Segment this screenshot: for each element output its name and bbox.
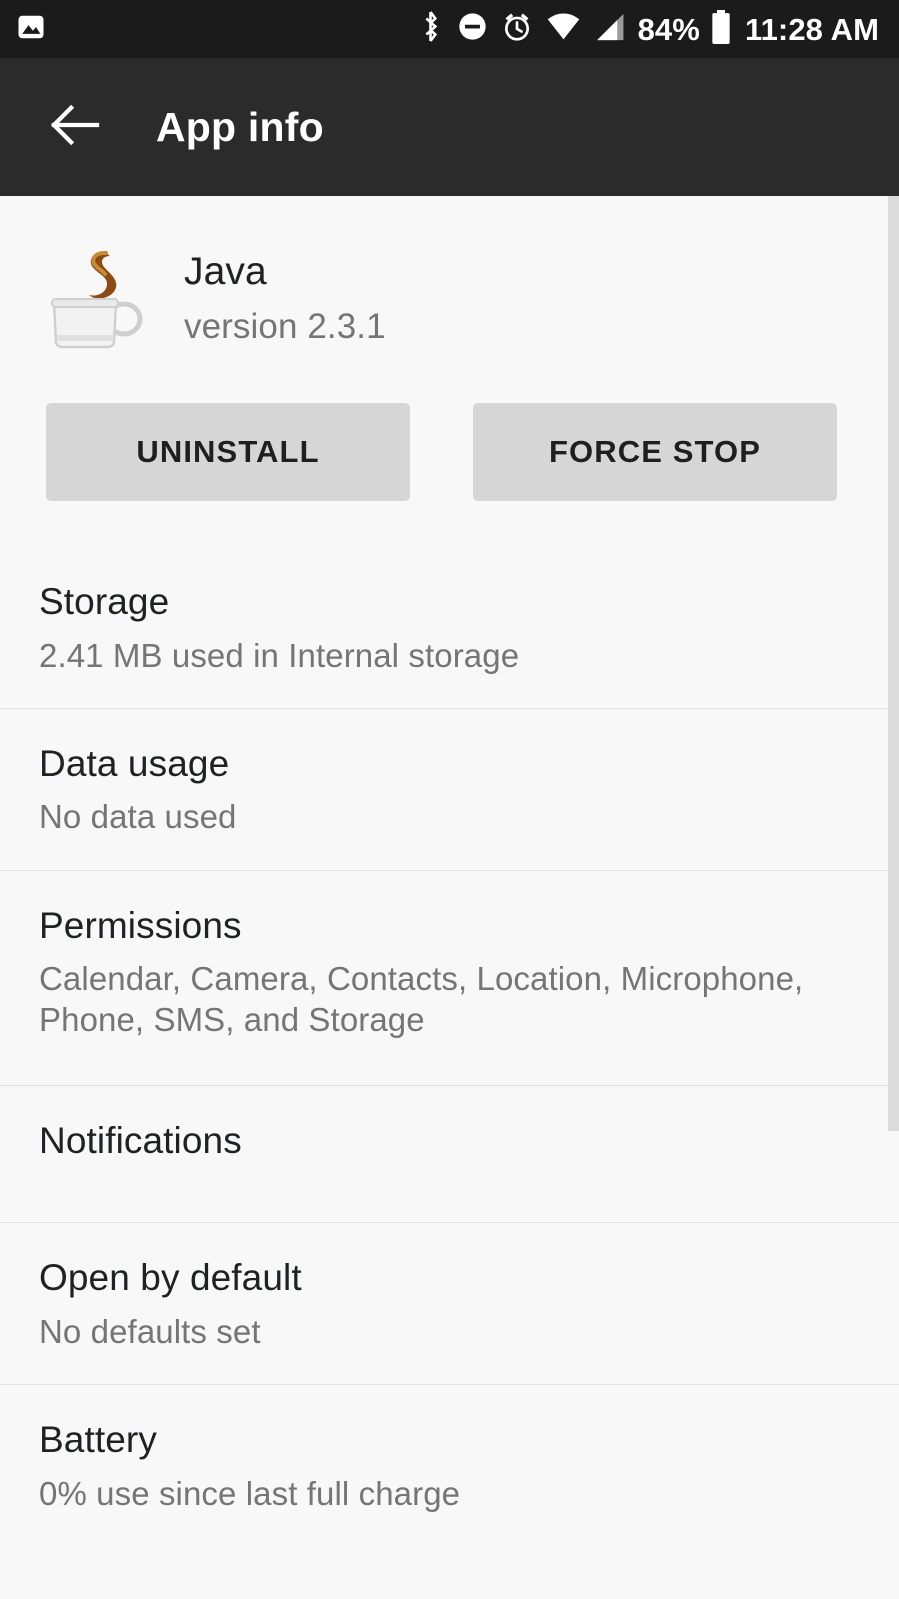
status-bar-system-icons: 84% 11:28 AM: [417, 9, 879, 49]
scrollbar-thumb[interactable]: [888, 196, 899, 1131]
row-title: Open by default: [39, 1257, 302, 1299]
photo-icon: [16, 12, 46, 47]
settings-row-data-usage[interactable]: Data usage No data used: [0, 707, 899, 870]
cellular-signal-icon: [594, 13, 625, 46]
back-arrow-icon: [50, 102, 100, 153]
app-bar: App info: [0, 58, 899, 196]
bluetooth-icon: [417, 10, 444, 48]
page-title: App info: [156, 103, 324, 150]
app-identity-text: Java version 2.3.1: [184, 243, 386, 346]
app-settings-list: Storage 2.41 MB used in Internal storage…: [0, 547, 899, 1546]
wifi-icon: [546, 12, 581, 46]
do-not-disturb-icon: [457, 11, 488, 47]
row-title: Data usage: [39, 742, 230, 784]
app-name-label: Java: [184, 250, 267, 293]
force-stop-button[interactable]: FORCE STOP: [473, 403, 837, 501]
battery-full-icon: [710, 9, 732, 49]
settings-row-battery[interactable]: Battery 0% use since last full charge: [0, 1383, 899, 1546]
row-title: Permissions: [39, 904, 242, 946]
scrollbar-track[interactable]: [888, 196, 899, 1599]
app-action-buttons: UNINSTALL FORCE STOP: [0, 351, 899, 501]
row-title: Notifications: [39, 1119, 242, 1161]
battery-percent-label: 84%: [637, 11, 700, 47]
settings-row-permissions[interactable]: Permissions Calendar, Camera, Contacts, …: [0, 869, 899, 1085]
row-subtitle: 0% use since last full charge: [39, 1474, 461, 1512]
settings-row-open-by-default[interactable]: Open by default No defaults set: [0, 1222, 899, 1384]
uninstall-button[interactable]: UNINSTALL: [46, 403, 410, 501]
settings-row-notifications[interactable]: Notifications: [0, 1084, 899, 1223]
row-subtitle: Calendar, Camera, Contacts, Location, Mi…: [39, 960, 804, 1039]
alarm-icon: [501, 11, 533, 48]
row-subtitle: 2.41 MB used in Internal storage: [39, 636, 520, 674]
row-title: Storage: [39, 581, 170, 622]
app-info-content: Java version 2.3.1 UNINSTALL FORCE STOP …: [0, 196, 899, 1599]
row-title: Battery: [39, 1418, 157, 1460]
status-bar-notifications: [16, 12, 46, 47]
java-coffee-cup-icon: [44, 243, 144, 351]
phone-screen: 84% 11:28 AM App info Java version 2.3.1…: [0, 0, 899, 1599]
app-version-label: version 2.3.1: [184, 306, 386, 346]
settings-row-storage[interactable]: Storage 2.41 MB used in Internal storage: [0, 547, 899, 708]
status-bar: 84% 11:28 AM: [0, 0, 899, 58]
row-subtitle: No data used: [39, 798, 237, 836]
clock-label: 11:28 AM: [744, 11, 879, 47]
back-button[interactable]: [36, 88, 114, 166]
app-identity-header: Java version 2.3.1: [0, 196, 899, 351]
row-subtitle: No defaults set: [39, 1312, 261, 1350]
